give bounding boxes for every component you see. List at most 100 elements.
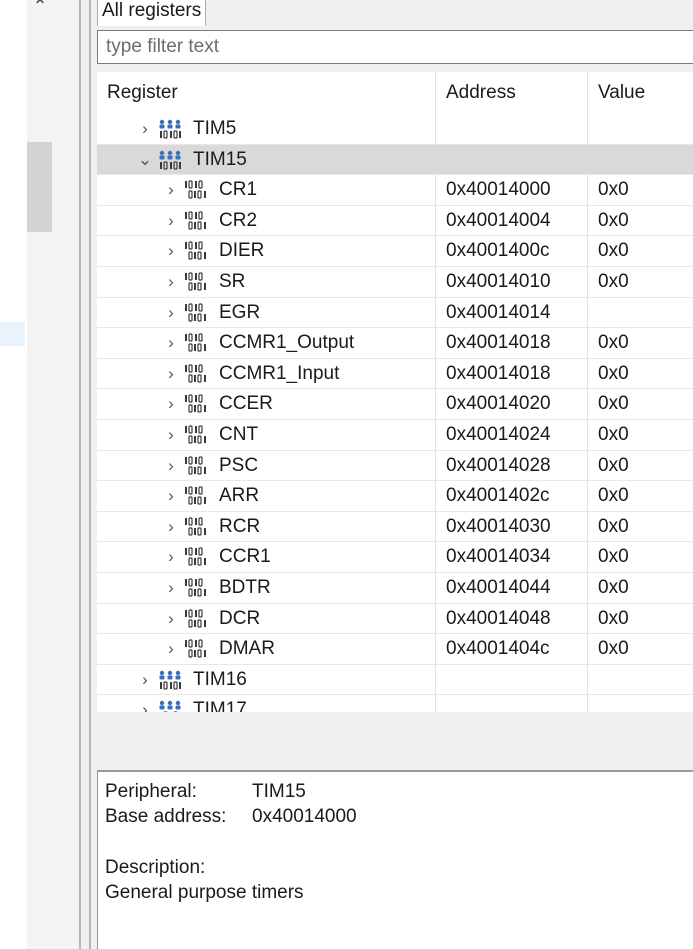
- chevron-down-icon[interactable]: ⌄: [137, 145, 153, 175]
- register-row[interactable]: › EGR 0x40014014: [97, 298, 693, 329]
- chevron-right-icon[interactable]: ›: [163, 236, 179, 266]
- chevron-right-icon[interactable]: ›: [163, 634, 179, 664]
- column-header-row: Register Address Value: [97, 72, 693, 114]
- register-value[interactable]: 0x0: [598, 542, 629, 572]
- register-value[interactable]: 0x0: [598, 206, 629, 236]
- filter-input[interactable]: [97, 30, 693, 64]
- column-header-address[interactable]: Address: [436, 72, 587, 114]
- register-address: 0x40014020: [446, 393, 551, 415]
- peripheral-row[interactable]: › TIM17: [97, 695, 693, 712]
- chevron-right-icon[interactable]: ›: [163, 512, 179, 542]
- register-row[interactable]: › PSC 0x40014028 0x0: [97, 451, 693, 482]
- pane-splitter[interactable]: [79, 0, 91, 949]
- register-address: 0x40014018: [446, 362, 551, 384]
- register-name: DCR: [219, 607, 261, 629]
- chevron-right-icon[interactable]: ›: [163, 573, 179, 603]
- register-row[interactable]: › SR 0x40014010 0x0: [97, 267, 693, 298]
- base-address-value: 0x40014000: [252, 806, 357, 827]
- register-row[interactable]: › CCER 0x40014020 0x0: [97, 389, 693, 420]
- register-value[interactable]: 0x0: [598, 420, 629, 450]
- register-name: EGR: [219, 301, 261, 323]
- register-binary-icon: [183, 333, 209, 353]
- chevron-right-icon[interactable]: ›: [163, 420, 179, 450]
- register-value[interactable]: 0x0: [598, 573, 629, 603]
- register-value[interactable]: 0x0: [598, 604, 629, 634]
- register-name: CCER: [219, 393, 273, 415]
- register-row[interactable]: › BDTR 0x40014044 0x0: [97, 573, 693, 604]
- register-binary-icon: [183, 608, 209, 629]
- register-binary-icon: [183, 455, 209, 476]
- register-name: CCR1: [219, 546, 271, 568]
- chevron-right-icon[interactable]: ›: [137, 695, 153, 712]
- register-value[interactable]: 0x0: [598, 512, 629, 542]
- register-value[interactable]: 0x0: [598, 267, 629, 297]
- register-binary-icon: [183, 364, 209, 384]
- register-binary-icon: [183, 241, 209, 261]
- register-value[interactable]: 0x0: [598, 451, 629, 481]
- peripheral-row[interactable]: › TIM16: [97, 665, 693, 696]
- register-row[interactable]: › DIER 0x4001400c 0x0: [97, 236, 693, 267]
- register-row[interactable]: › CNT 0x40014024 0x0: [97, 420, 693, 451]
- register-address: 0x40014024: [446, 423, 551, 445]
- chevron-right-icon[interactable]: ›: [163, 481, 179, 511]
- chevron-right-icon[interactable]: ›: [163, 328, 179, 358]
- left-scrollbar-thumb[interactable]: [27, 142, 52, 232]
- register-binary-icon: [183, 180, 209, 200]
- collapse-icon[interactable]: ⌃: [30, 0, 50, 15]
- register-binary-icon: [183, 578, 209, 598]
- peripheral-group-icon: [157, 700, 183, 712]
- register-row[interactable]: › RCR 0x40014030 0x0: [97, 512, 693, 543]
- register-binary-icon: [183, 272, 209, 292]
- chevron-right-icon[interactable]: ›: [137, 665, 153, 695]
- peripheral-row[interactable]: › TIM5: [97, 114, 693, 145]
- details-panel: Peripheral: TIM15 Base address: 0x400140…: [97, 770, 693, 949]
- register-row[interactable]: › CCMR1_Output 0x40014018 0x0: [97, 328, 693, 359]
- peripheral-group-icon: [157, 670, 183, 690]
- chevron-right-icon[interactable]: ›: [163, 604, 179, 634]
- register-name: RCR: [219, 515, 261, 537]
- chevron-right-icon[interactable]: ›: [163, 359, 179, 389]
- register-name: TIM16: [193, 668, 247, 690]
- base-address-label: Base address:: [105, 806, 227, 827]
- tab-all-registers[interactable]: All registers: [97, 0, 207, 26]
- register-name: ARR: [219, 485, 260, 507]
- register-value[interactable]: 0x0: [598, 389, 629, 419]
- register-address: 0x40014018: [446, 332, 551, 354]
- register-value[interactable]: 0x0: [598, 328, 629, 358]
- register-row[interactable]: › CCR1 0x40014034 0x0: [97, 542, 693, 573]
- chevron-right-icon[interactable]: ›: [163, 451, 179, 481]
- register-name: CCMR1_Input: [219, 362, 340, 384]
- column-header-register[interactable]: Register: [97, 72, 435, 114]
- chevron-right-icon[interactable]: ›: [163, 175, 179, 205]
- register-value[interactable]: 0x0: [598, 236, 629, 266]
- register-binary-icon: [183, 639, 209, 659]
- peripheral-row[interactable]: ⌄ TIM15: [97, 144, 693, 176]
- register-address: 0x40014048: [446, 607, 551, 629]
- register-name: CR1: [219, 179, 258, 201]
- column-header-value[interactable]: Value: [588, 72, 693, 114]
- register-row[interactable]: › DCR 0x40014048 0x0: [97, 604, 693, 635]
- register-row[interactable]: › CR1 0x40014000 0x0: [97, 175, 693, 206]
- register-row[interactable]: › CR2 0x40014004 0x0: [97, 206, 693, 237]
- register-value[interactable]: 0x0: [598, 359, 629, 389]
- register-name: DIER: [219, 240, 265, 262]
- register-name: CR2: [219, 209, 258, 231]
- chevron-right-icon[interactable]: ›: [163, 298, 179, 328]
- register-row[interactable]: › DMAR 0x4001404c 0x0: [97, 634, 693, 665]
- register-value[interactable]: 0x0: [598, 175, 629, 205]
- register-name: DMAR: [219, 638, 275, 660]
- chevron-right-icon[interactable]: ›: [163, 267, 179, 297]
- chevron-right-icon[interactable]: ›: [163, 389, 179, 419]
- chevron-right-icon[interactable]: ›: [163, 206, 179, 236]
- register-name: CCMR1_Output: [219, 332, 355, 354]
- register-row[interactable]: › ARR 0x4001402c 0x0: [97, 481, 693, 512]
- register-row[interactable]: › CCMR1_Input 0x40014018 0x0: [97, 359, 693, 390]
- register-value[interactable]: 0x0: [598, 634, 629, 664]
- chevron-right-icon[interactable]: ›: [137, 114, 153, 144]
- register-value[interactable]: 0x0: [598, 481, 629, 511]
- peripheral-group-icon: [157, 150, 183, 170]
- register-address: 0x4001402c: [446, 485, 550, 507]
- chevron-right-icon[interactable]: ›: [163, 542, 179, 572]
- left-edge: [0, 0, 27, 949]
- register-binary-icon: [183, 425, 209, 445]
